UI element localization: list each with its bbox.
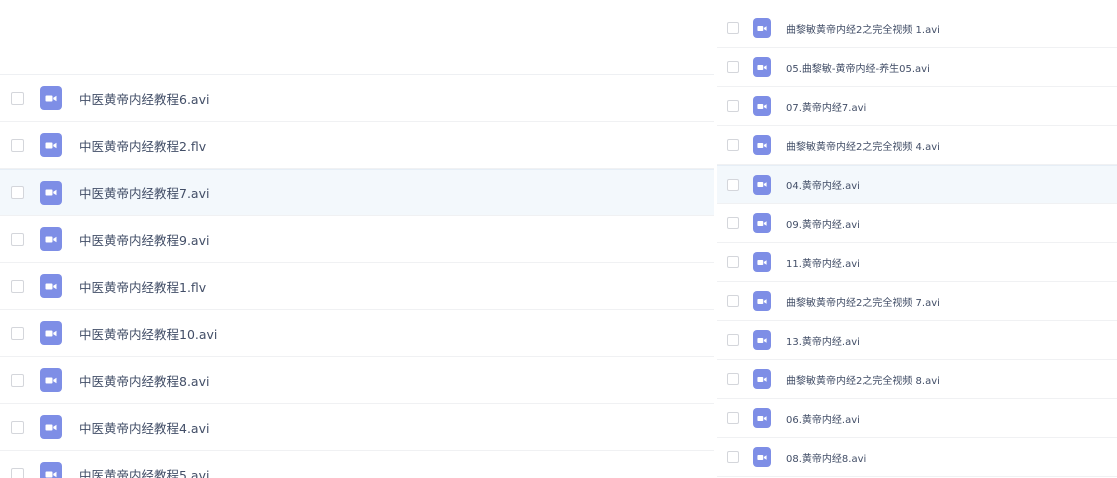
right-file-list: 曲黎敏黄帝内经2之完全视频 1.avi 05.曲黎敏-黄帝内经-养生05.avi 0…	[717, 0, 1117, 478]
file-row[interactable]: 曲黎敏黄帝内经2之完全视频 4.avi	[717, 126, 1117, 165]
file-row[interactable]: 中医黄帝内经教程4.avi	[0, 404, 714, 451]
video-file-icon	[40, 321, 62, 345]
file-row[interactable]: 中医黄帝内经教程10.avi	[0, 310, 714, 357]
file-row[interactable]: 06.黄帝内经.avi	[717, 399, 1117, 438]
file-row[interactable]: 09.黄帝内经.avi	[717, 204, 1117, 243]
file-name-link[interactable]: 曲黎敏黄帝内经2之完全视频 4.avi	[786, 138, 940, 153]
file-name-link[interactable]: 曲黎敏黄帝内经2之完全视频 7.avi	[786, 294, 940, 309]
file-name-link[interactable]: 中医黄帝内经教程1.flv	[79, 277, 206, 296]
file-checkbox[interactable]	[727, 139, 739, 151]
file-row[interactable]: 04.黄帝内经.avi	[717, 165, 1117, 204]
video-file-icon	[40, 415, 62, 439]
video-file-icon	[753, 57, 771, 77]
file-checkbox[interactable]	[727, 100, 739, 112]
file-checkbox[interactable]	[727, 178, 739, 191]
file-row[interactable]: 中医黄帝内经教程5.avi	[0, 451, 714, 478]
video-file-icon	[753, 174, 771, 195]
file-name-link[interactable]: 13.黄帝内经.avi	[786, 333, 860, 348]
file-name-link[interactable]: 曲黎敏黄帝内经2之完全视频 1.avi	[786, 21, 940, 36]
file-checkbox[interactable]	[11, 232, 24, 246]
file-name-link[interactable]: 曲黎敏黄帝内经2之完全视频 8.avi	[786, 372, 940, 387]
file-checkbox[interactable]	[727, 334, 739, 346]
left-file-list: 中医黄帝内经教程6.avi 中医黄帝内经教程2.flv 中医黄帝内经教程7.avi 中…	[0, 0, 714, 478]
video-file-icon	[753, 369, 771, 389]
file-row[interactable]: 曲黎敏黄帝内经2之完全视频 8.avi	[717, 360, 1117, 399]
file-row[interactable]: 05.曲黎敏-黄帝内经-养生05.avi	[717, 48, 1117, 87]
file-name-link[interactable]: 09.黄帝内经.avi	[786, 216, 860, 231]
file-name-link[interactable]: 11.黄帝内经.avi	[786, 255, 860, 270]
file-checkbox[interactable]	[727, 217, 739, 229]
file-row[interactable]: 13.黄帝内经.avi	[717, 321, 1117, 360]
video-file-icon	[40, 274, 62, 298]
file-row[interactable]: 08.黄帝内经8.avi	[717, 438, 1117, 477]
file-checkbox[interactable]	[11, 467, 24, 478]
file-checkbox[interactable]	[11, 138, 24, 152]
video-file-icon	[753, 135, 771, 155]
file-checkbox[interactable]	[11, 326, 24, 340]
file-checkbox[interactable]	[727, 451, 739, 463]
video-file-icon	[40, 180, 62, 205]
file-name-link[interactable]: 中医黄帝内经教程5.avi	[79, 465, 209, 478]
video-file-icon	[40, 368, 62, 392]
file-checkbox[interactable]	[727, 256, 739, 268]
video-file-icon	[40, 86, 62, 110]
file-row[interactable]: 中医黄帝内经教程6.avi	[0, 75, 714, 122]
file-row[interactable]: 11.黄帝内经.avi	[717, 243, 1117, 282]
file-row[interactable]: 中医黄帝内经教程8.avi	[0, 357, 714, 404]
file-checkbox[interactable]	[11, 420, 24, 434]
video-file-icon	[753, 408, 771, 428]
file-row[interactable]: 曲黎敏黄帝内经2之完全视频 1.avi	[717, 9, 1117, 48]
file-row[interactable]: 中医黄帝内经教程9.avi	[0, 216, 714, 263]
video-file-icon	[753, 330, 771, 350]
video-file-icon	[40, 462, 62, 478]
file-name-link[interactable]: 中医黄帝内经教程10.avi	[79, 324, 217, 343]
file-checkbox[interactable]	[727, 373, 739, 385]
file-checkbox[interactable]	[727, 22, 739, 34]
file-row[interactable]: 曲黎敏黄帝内经2之完全视频 7.avi	[717, 282, 1117, 321]
file-checkbox[interactable]	[727, 61, 739, 73]
video-file-icon	[753, 291, 771, 311]
file-name-link[interactable]: 中医黄帝内经教程4.avi	[79, 418, 209, 437]
file-checkbox[interactable]	[11, 279, 24, 293]
file-name-link[interactable]: 中医黄帝内经教程6.avi	[79, 89, 209, 108]
video-file-icon	[40, 227, 62, 251]
file-row[interactable]: 07.黄帝内经7.avi	[717, 87, 1117, 126]
file-row[interactable]: 中医黄帝内经教程7.avi	[0, 169, 714, 216]
file-name-link[interactable]: 05.曲黎敏-黄帝内经-养生05.avi	[786, 60, 930, 75]
file-name-link[interactable]: 08.黄帝内经8.avi	[786, 450, 866, 465]
file-checkbox[interactable]	[727, 295, 739, 307]
video-file-icon	[753, 18, 771, 38]
file-name-link[interactable]: 中医黄帝内经教程7.avi	[79, 183, 209, 202]
video-file-icon	[753, 447, 771, 467]
file-checkbox[interactable]	[11, 91, 24, 105]
file-checkbox[interactable]	[727, 412, 739, 424]
file-name-link[interactable]: 06.黄帝内经.avi	[786, 411, 860, 426]
file-name-link[interactable]: 04.黄帝内经.avi	[786, 177, 860, 192]
file-name-link[interactable]: 中医黄帝内经教程2.flv	[79, 136, 206, 155]
file-row[interactable]: 中医黄帝内经教程2.flv	[0, 122, 714, 169]
file-name-link[interactable]: 中医黄帝内经教程9.avi	[79, 230, 209, 249]
file-name-link[interactable]: 07.黄帝内经7.avi	[786, 99, 866, 114]
video-file-icon	[753, 96, 771, 116]
file-checkbox[interactable]	[11, 373, 24, 387]
video-file-icon	[40, 133, 62, 157]
video-file-icon	[753, 252, 771, 272]
file-row[interactable]: 中医黄帝内经教程1.flv	[0, 263, 714, 310]
video-file-icon	[753, 213, 771, 233]
file-name-link[interactable]: 中医黄帝内经教程8.avi	[79, 371, 209, 390]
file-checkbox[interactable]	[11, 186, 24, 199]
